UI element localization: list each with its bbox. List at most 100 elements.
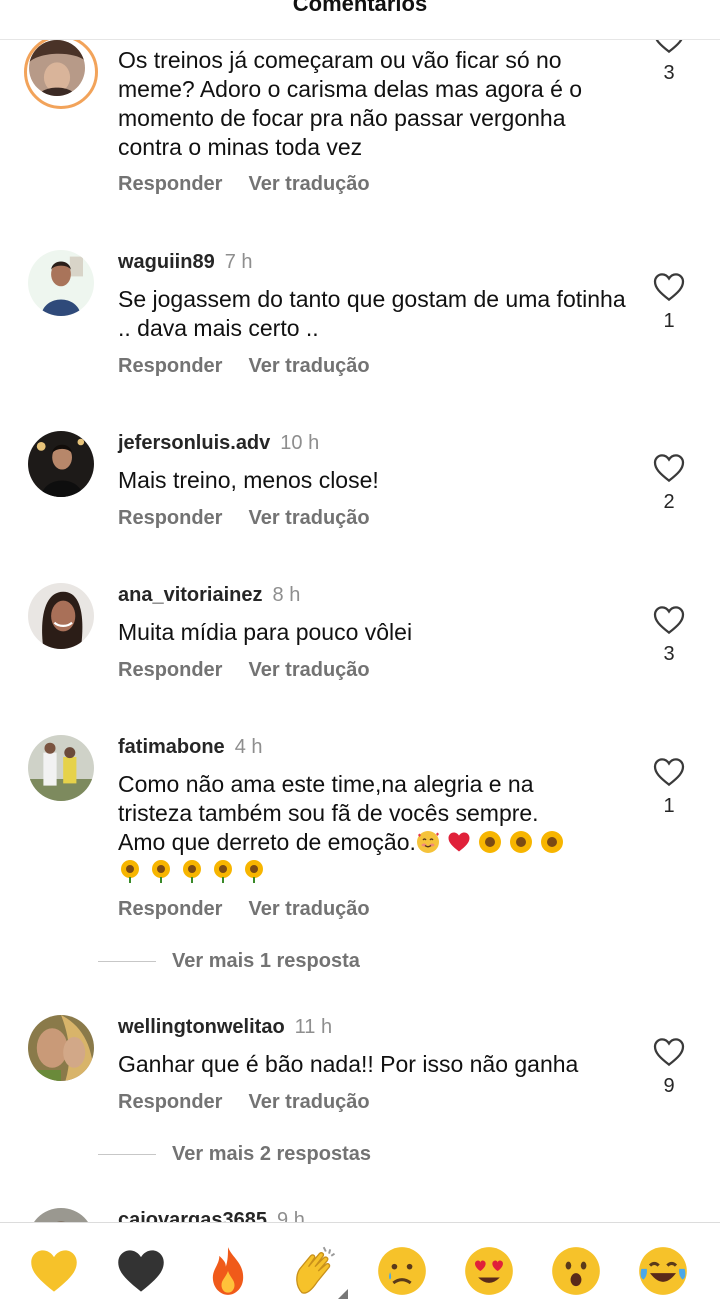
divider-line — [98, 961, 156, 963]
fire-icon[interactable] — [202, 1245, 254, 1297]
comment-text: Muita mídia para pouco vôlei — [118, 619, 413, 645]
comments-list[interactable]: Os treinos já começaram ou vão ficar só … — [0, 40, 720, 1222]
see-translation-button[interactable]: Ver tradução — [248, 898, 369, 920]
reply-button[interactable]: Responder — [118, 173, 222, 195]
see-translation-button[interactable]: Ver tradução — [248, 355, 369, 377]
username[interactable]: jefersonluis.adv — [118, 432, 270, 454]
sunflower-icon — [540, 831, 563, 853]
heart-icon — [653, 454, 685, 483]
like-count: 1 — [663, 310, 675, 332]
tears-of-joy-icon[interactable] — [637, 1245, 689, 1297]
comment-text: Mais treino, menos close! — [118, 467, 379, 493]
comment-text-line: Amo que derreto de emoção. — [118, 828, 628, 857]
comment-text: Como não ama este time,na alegria e na t… — [118, 770, 628, 886]
surprised-face-icon[interactable] — [550, 1245, 602, 1297]
comment-text-segment: Amo que derreto de emoção. — [118, 829, 416, 855]
divider-line — [98, 1154, 156, 1156]
like-count: 2 — [663, 491, 675, 513]
username[interactable]: caiovargas3685 — [118, 1209, 267, 1222]
heart-icon — [653, 1038, 685, 1067]
like-button[interactable]: 9 — [650, 1037, 688, 1098]
view-more-replies-label: Ver mais 2 respostas — [172, 1143, 372, 1165]
avatar[interactable] — [28, 1015, 94, 1081]
clapping-hands-icon[interactable] — [289, 1245, 341, 1297]
like-count: 3 — [663, 643, 675, 665]
username[interactable]: waguiin89 — [118, 251, 215, 273]
reply-button[interactable]: Responder — [118, 1091, 222, 1113]
sunflower-icon — [245, 860, 263, 883]
username[interactable]: ana_vitoriainez — [118, 584, 263, 606]
reply-button[interactable]: Responder — [118, 659, 222, 681]
comment-meta: jefersonluis.adv 10 h — [118, 431, 319, 455]
comment-text-line: Como não ama este time,na alegria e na — [118, 771, 534, 797]
sunflower-icon — [152, 860, 170, 883]
comment-meta: waguiin89 7 h — [118, 250, 253, 274]
heart-icon — [655, 40, 683, 54]
comment-meta: wellingtonwelitao 11 h — [118, 1015, 332, 1039]
comment-actions: Responder Ver tradução — [118, 507, 396, 530]
comment-text: Os treinos já começaram ou vão ficar só … — [118, 47, 583, 160]
username[interactable]: wellingtonwelitao — [118, 1016, 285, 1038]
avatar[interactable] — [28, 1208, 94, 1222]
black-heart-icon[interactable] — [115, 1245, 167, 1297]
like-button[interactable]: 3 — [650, 40, 688, 85]
comment-actions: Responder Ver tradução — [118, 173, 396, 196]
reply-button[interactable]: Responder — [118, 898, 222, 920]
comments-header: Comentários — [0, 0, 720, 40]
like-button[interactable]: 1 — [650, 757, 688, 818]
view-more-replies-button[interactable]: Ver mais 1 resposta — [98, 950, 360, 973]
yellow-heart-icon[interactable] — [28, 1245, 80, 1297]
view-more-replies-label: Ver mais 1 resposta — [172, 950, 360, 972]
page-title: Comentários — [292, 0, 428, 16]
like-count: 3 — [663, 62, 675, 84]
avatar[interactable] — [28, 583, 94, 649]
like-count: 1 — [663, 795, 675, 817]
heart-eyes-icon[interactable] — [463, 1245, 515, 1297]
comment-text-line: tristeza também sou fã de vocês sempre. — [118, 800, 539, 826]
comment-text: Se jogassem do tanto que gostam de uma f… — [118, 286, 626, 341]
sunflower-icon — [183, 860, 201, 883]
comment-time: 11 h — [294, 1016, 333, 1038]
avatar[interactable] — [24, 40, 98, 109]
comment-actions: Responder Ver tradução — [118, 659, 396, 682]
resize-corner-icon — [338, 1289, 348, 1299]
heart-icon — [653, 273, 685, 302]
like-count: 9 — [663, 1075, 675, 1097]
comment-actions: Responder Ver tradução — [118, 355, 396, 378]
reply-button[interactable]: Responder — [118, 355, 222, 377]
heart-icon — [653, 758, 685, 787]
comment-time: 7 h — [224, 251, 253, 273]
sunflower-icon — [478, 831, 501, 853]
comment-text: Ganhar que é bão nada!! Por isso não gan… — [118, 1051, 579, 1077]
red-heart-icon — [448, 832, 470, 852]
comment-meta: caiovargas3685 9 h — [118, 1208, 305, 1222]
comment-time: 10 h — [280, 432, 320, 454]
comment-actions: Responder Ver tradução — [118, 898, 396, 921]
view-more-replies-button[interactable]: Ver mais 2 respostas — [98, 1143, 371, 1166]
see-translation-button[interactable]: Ver tradução — [248, 173, 369, 195]
comment-time: 8 h — [272, 584, 301, 606]
comment-actions: Responder Ver tradução — [118, 1091, 396, 1114]
see-translation-button[interactable]: Ver tradução — [248, 507, 369, 529]
comment-time: 4 h — [234, 736, 263, 758]
heart-icon — [653, 606, 685, 635]
see-translation-button[interactable]: Ver tradução — [248, 659, 369, 681]
reaction-bar — [0, 1222, 720, 1314]
avatar[interactable] — [28, 431, 94, 497]
see-translation-button[interactable]: Ver tradução — [248, 1091, 369, 1113]
comment-meta: fatimabone 4 h — [118, 735, 263, 759]
sunflower-icon — [509, 831, 532, 853]
username[interactable]: fatimabone — [118, 736, 225, 758]
comment-meta: ana_vitoriainez 8 h — [118, 583, 300, 607]
comment-time: 9 h — [277, 1209, 305, 1222]
sunflower-icon — [214, 860, 232, 883]
like-button[interactable]: 2 — [650, 453, 688, 514]
avatar[interactable] — [28, 250, 94, 316]
crying-face-icon[interactable] — [376, 1245, 428, 1297]
avatar[interactable] — [28, 735, 94, 801]
like-button[interactable]: 3 — [650, 605, 688, 666]
reply-button[interactable]: Responder — [118, 507, 222, 529]
like-button[interactable]: 1 — [650, 272, 688, 333]
comment-text-line — [118, 857, 628, 886]
smiling-face-with-hearts-icon — [416, 831, 439, 853]
